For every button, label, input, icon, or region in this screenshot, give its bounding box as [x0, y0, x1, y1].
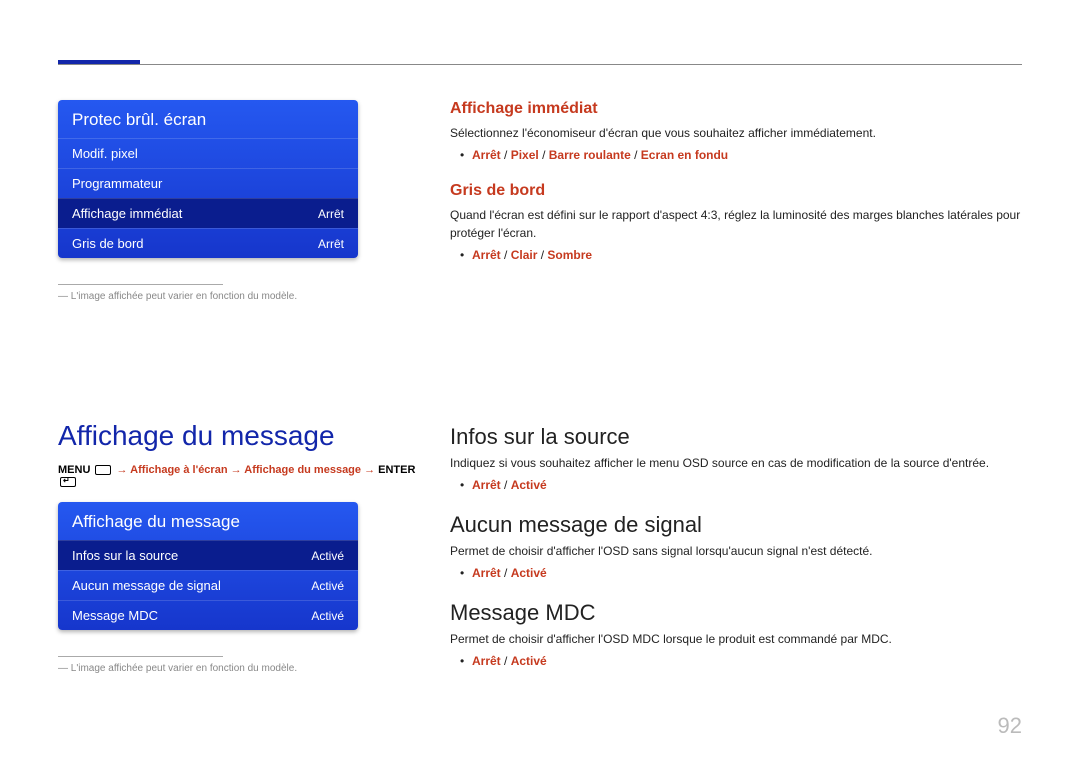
desc-infos-source: Indiquez si vous souhaitez afficher le m… [450, 454, 1022, 472]
menu-row-programmateur[interactable]: Programmateur [58, 168, 358, 198]
heading-message-mdc: Message MDC [450, 600, 1022, 626]
menu-row-label: Modif. pixel [72, 146, 138, 161]
footnote-rule [58, 656, 223, 657]
enter-icon [60, 477, 76, 487]
options-message-mdc: Arrêt / Activé [450, 654, 1022, 668]
menu-row-aucun-signal[interactable]: Aucun message de signal Activé [58, 570, 358, 600]
menu-row-label: Gris de bord [72, 236, 144, 251]
desc-affichage-immediat: Sélectionnez l'économiseur d'écran que v… [450, 124, 1022, 142]
heading-gris-de-bord: Gris de bord [450, 182, 1022, 200]
section-title-affichage-message: Affichage du message [58, 420, 418, 452]
footnote-text: L'image affichée peut varier en fonction… [58, 663, 418, 674]
options-gris-de-bord: Arrêt / Clair / Sombre [450, 248, 1022, 262]
menu-row-affichage-immediat[interactable]: Affichage immédiat Arrêt [58, 198, 358, 228]
menu-row-value: Arrêt [318, 207, 344, 221]
menu-icon [95, 465, 111, 475]
desc-message-mdc: Permet de choisir d'afficher l'OSD MDC l… [450, 630, 1022, 648]
menu-row-value: Activé [311, 579, 344, 593]
menu-row-gris-de-bord[interactable]: Gris de bord Arrêt [58, 228, 358, 258]
footnote-text: L'image affichée peut varier en fonction… [58, 291, 418, 302]
options-aucun-signal: Arrêt / Activé [450, 566, 1022, 580]
menu-row-infos-source[interactable]: Infos sur la source Activé [58, 540, 358, 570]
menu-row-value: Activé [311, 609, 344, 623]
menu-row-label: Aucun message de signal [72, 578, 221, 593]
menu-row-label: Infos sur la source [72, 548, 178, 563]
menu-title: Affichage du message [58, 502, 358, 540]
header-rule [58, 64, 1022, 65]
footnote-rule [58, 284, 223, 285]
menu-row-value: Activé [311, 549, 344, 563]
options-affichage-immediat: Arrêt / Pixel / Barre roulante / Ecran e… [450, 148, 1022, 162]
menu-row-message-mdc[interactable]: Message MDC Activé [58, 600, 358, 630]
desc-gris-de-bord: Quand l'écran est défini sur le rapport … [450, 206, 1022, 242]
menu-row-label: Affichage immédiat [72, 206, 182, 221]
menu-row-label: Message MDC [72, 608, 158, 623]
heading-aucun-signal: Aucun message de signal [450, 512, 1022, 538]
menu-row-value: Arrêt [318, 237, 344, 251]
page-number: 92 [998, 713, 1022, 739]
breadcrumb: MENU → Affichage à l'écran → Affichage d… [58, 464, 418, 488]
menu-row-label: Programmateur [72, 176, 162, 191]
menu-panel-protec: Protec brûl. écran Modif. pixel Programm… [58, 100, 358, 258]
heading-affichage-immediat: Affichage immédiat [450, 100, 1022, 118]
menu-title: Protec brûl. écran [58, 100, 358, 138]
menu-panel-affichage-message: Affichage du message Infos sur la source… [58, 502, 358, 630]
menu-row-modif-pixel[interactable]: Modif. pixel [58, 138, 358, 168]
options-infos-source: Arrêt / Activé [450, 478, 1022, 492]
desc-aucun-signal: Permet de choisir d'afficher l'OSD sans … [450, 542, 1022, 560]
heading-infos-source: Infos sur la source [450, 424, 1022, 450]
